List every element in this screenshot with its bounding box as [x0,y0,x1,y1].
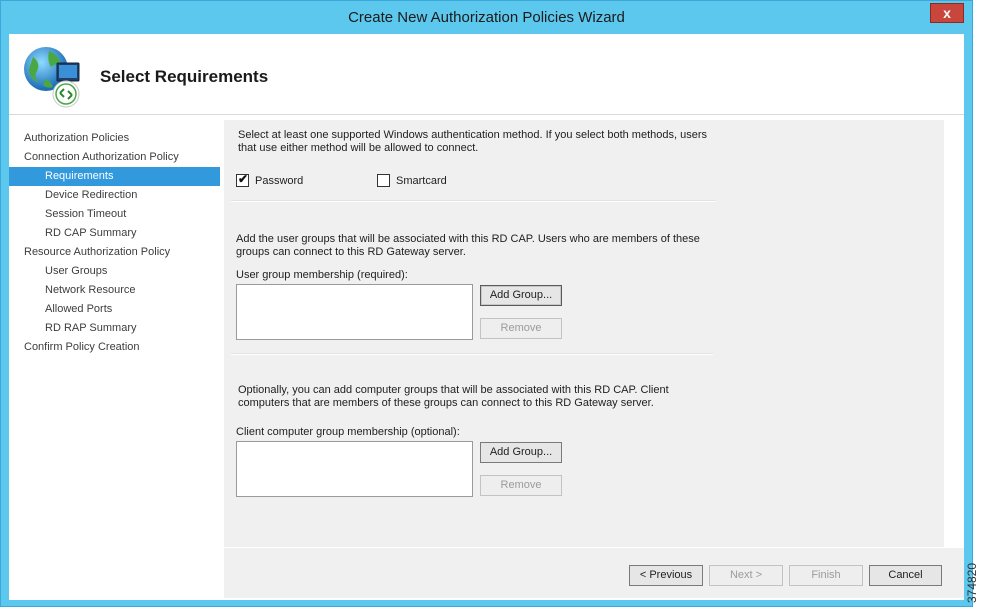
header-divider [9,114,964,115]
section-separator-1 [231,200,716,202]
user-groups-intro-line2: groups can connect to this RD Gateway se… [236,246,466,258]
rd-gateway-globe-icon [24,47,80,108]
sidebar-item-network-resource[interactable]: Network Resource [9,281,220,300]
auth-intro-line2: that use either method will be allowed t… [238,142,479,154]
sidebar-item-confirm-policy-creation[interactable]: Confirm Policy Creation [9,338,220,357]
user-groups-remove-button[interactable]: Remove [480,318,562,339]
checkmark-icon: ✔ [238,172,249,186]
close-icon: x [943,5,951,21]
requirements-panel: Select at least one supported Windows au… [224,120,944,547]
user-groups-add-button[interactable]: Add Group... [480,285,562,306]
figure-id: 374820 [965,560,986,606]
wizard-client-area: Select Requirements Authorization Polici… [9,34,964,600]
sidebar-item-session-timeout[interactable]: Session Timeout [9,205,220,224]
window-title: Create New Authorization Policies Wizard [348,9,625,26]
user-groups-list-label: User group membership (required): [236,269,408,281]
smartcard-label: Smartcard [396,175,447,187]
wizard-footer: < Previous Next > Finish Cancel [224,547,964,598]
user-groups-listbox[interactable] [236,284,473,340]
figure-id-text: 374820 [965,562,980,604]
previous-button[interactable]: < Previous [629,565,703,586]
wizard-window: Create New Authorization Policies Wizard… [0,0,973,607]
computer-groups-add-button[interactable]: Add Group... [480,442,562,463]
sidebar-item-authorization-policies[interactable]: Authorization Policies [9,129,220,148]
computer-groups-listbox[interactable] [236,441,473,497]
sidebar-item-rd-rap-summary[interactable]: RD RAP Summary [9,319,220,338]
computer-groups-list-label: Client computer group membership (option… [236,426,460,438]
next-button[interactable]: Next > [709,565,783,586]
computer-groups-intro-line2: computers that are members of these grou… [238,397,654,409]
computer-groups-intro-line1: Optionally, you can add computer groups … [238,384,669,396]
title-bar[interactable]: Create New Authorization Policies Wizard… [1,1,972,35]
finish-button[interactable]: Finish [789,565,863,586]
password-label: Password [255,175,304,187]
sidebar-item-connection-authorization-policy[interactable]: Connection Authorization Policy [9,148,220,167]
cancel-button[interactable]: Cancel [869,565,942,586]
sidebar-item-allowed-ports[interactable]: Allowed Ports [9,300,220,319]
sidebar-item-rd-cap-summary[interactable]: RD CAP Summary [9,224,220,243]
sidebar-item-requirements[interactable]: Requirements [9,167,220,186]
wizard-steps-sidebar: Authorization Policies Connection Author… [9,120,220,598]
section-separator-2 [231,353,713,355]
sidebar-item-resource-authorization-policy[interactable]: Resource Authorization Policy [9,243,220,262]
user-groups-intro-line1: Add the user groups that will be associa… [236,233,700,245]
sidebar-item-user-groups[interactable]: User Groups [9,262,220,281]
sidebar-item-device-redirection[interactable]: Device Redirection [9,186,220,205]
auth-intro-line1: Select at least one supported Windows au… [238,129,707,141]
page-heading: Select Requirements [100,67,269,86]
computer-groups-remove-button[interactable]: Remove [480,475,562,496]
password-checkbox[interactable]: ✔ [236,172,249,187]
wizard-header: Select Requirements [9,34,964,114]
close-button[interactable]: x [930,3,964,23]
smartcard-checkbox[interactable] [377,174,390,187]
